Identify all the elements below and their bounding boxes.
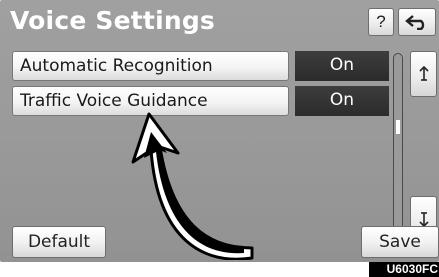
list-item: Automatic Recognition On: [12, 51, 389, 81]
default-button[interactable]: Default: [12, 226, 106, 258]
screen-panel: Voice Settings ? Automatic Recognition O…: [0, 0, 439, 262]
scroll-up-button[interactable]: [410, 51, 437, 97]
back-return-icon: [405, 15, 425, 30]
setting-automatic-recognition-button[interactable]: Automatic Recognition: [12, 51, 289, 81]
help-button[interactable]: ?: [368, 8, 394, 36]
page-title: Voice Settings: [10, 6, 216, 35]
pointer-arrow-icon: [131, 112, 254, 260]
back-button[interactable]: [398, 8, 436, 36]
save-button[interactable]: Save: [361, 226, 439, 258]
scrollbar[interactable]: [393, 53, 403, 243]
scroll-thumb[interactable]: [396, 120, 400, 134]
setting-status-value: On: [295, 51, 389, 81]
figure-code-label: U6030FC: [369, 262, 439, 277]
scroll-up-icon: [418, 65, 429, 81]
setting-status-value: On: [295, 86, 389, 116]
